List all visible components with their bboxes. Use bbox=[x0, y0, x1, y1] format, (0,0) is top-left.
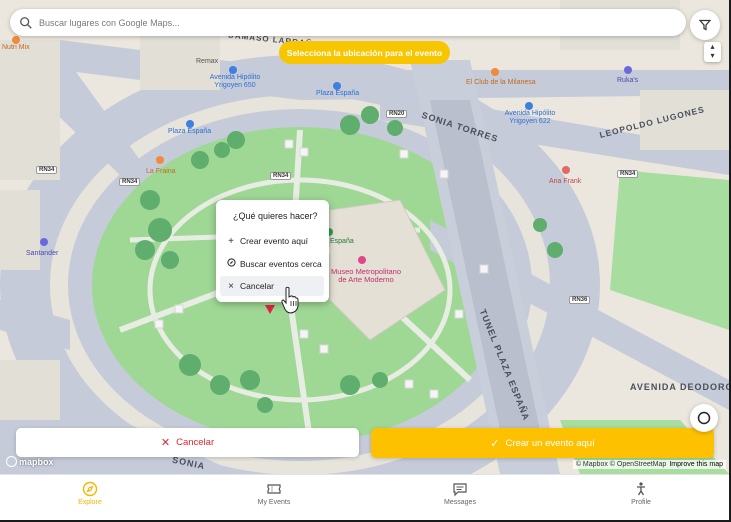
nav-profile[interactable]: Profile bbox=[591, 481, 691, 506]
location-ring-icon bbox=[697, 411, 711, 425]
ticket-icon bbox=[267, 484, 281, 494]
bank-icon[interactable] bbox=[40, 238, 48, 246]
shop-icon[interactable] bbox=[624, 66, 632, 74]
map-attribution: © Mapbox © OpenStreetMap Improve this map bbox=[572, 460, 726, 469]
my-location-button[interactable] bbox=[690, 404, 718, 432]
road-shield: RN34 bbox=[36, 166, 58, 174]
poi-label: Nutri Mix bbox=[2, 44, 30, 51]
poi-label: España bbox=[330, 238, 354, 245]
close-icon: × bbox=[228, 280, 234, 292]
poi-label: Plaza España bbox=[316, 90, 360, 97]
poi-label: Ruka's bbox=[617, 77, 639, 84]
message-icon bbox=[453, 483, 467, 497]
road-shield: RN34 bbox=[617, 170, 639, 178]
filter-icon bbox=[699, 19, 711, 31]
restaurant-icon[interactable] bbox=[491, 68, 499, 76]
bus-stop-icon[interactable] bbox=[525, 102, 533, 110]
road-label: AVENIDA DEODORO bbox=[630, 382, 729, 392]
poi-label: La Fraina bbox=[146, 168, 176, 175]
mapbox-logo-text: mapbox bbox=[19, 456, 54, 467]
filter-button[interactable] bbox=[690, 10, 720, 40]
map-canvas[interactable]: DAMASO LARRAÑAGA SONIA TORRES LEOPOLDO L… bbox=[0, 0, 729, 474]
compass-control[interactable]: ▴ ▾ bbox=[704, 42, 721, 62]
poi-label: Avenida Hipólito Yrigoyen 622 bbox=[504, 110, 556, 125]
app-window: DAMASO LARRAÑAGA SONIA TORRES LEOPOLDO L… bbox=[0, 0, 731, 522]
bottom-nav: Explore My Events Messages Profile bbox=[0, 474, 729, 520]
compass-icon bbox=[82, 481, 98, 497]
selection-banner: Selecciona la ubicación para el evento bbox=[279, 41, 450, 64]
mapbox-mark-icon bbox=[6, 456, 17, 467]
context-menu-title: ¿Qué quieres hacer? bbox=[233, 211, 318, 221]
nav-label: Messages bbox=[444, 499, 476, 506]
create-event-button[interactable]: ✓ Crear un evento aquí bbox=[371, 428, 714, 458]
search-input[interactable] bbox=[37, 16, 686, 29]
road-shield: RN34 bbox=[270, 172, 292, 180]
create-event-here-item[interactable]: + Crear evento aquí bbox=[220, 231, 324, 251]
nav-label: My Events bbox=[257, 499, 291, 506]
person-icon bbox=[637, 482, 645, 496]
search-bar bbox=[10, 9, 686, 36]
poi-label: Plaza España bbox=[168, 128, 212, 135]
bus-stop-icon[interactable] bbox=[186, 120, 194, 128]
poi-label: El Club de la Milanesa bbox=[466, 79, 536, 86]
map-base-layer bbox=[0, 0, 729, 474]
road-shield: RN20 bbox=[386, 110, 408, 118]
museum-icon[interactable] bbox=[358, 256, 366, 264]
create-event-button-label: Crear un evento aquí bbox=[505, 437, 595, 449]
poi-label: Avenida Hipólito Yrigoyen 650 bbox=[209, 74, 261, 89]
poi-label: Remax bbox=[196, 58, 219, 65]
store-icon[interactable] bbox=[562, 166, 570, 174]
menu-item-label: Crear evento aquí bbox=[240, 236, 309, 246]
bus-stop-icon[interactable] bbox=[333, 82, 341, 90]
zoom-out-icon[interactable]: ▾ bbox=[704, 51, 721, 60]
cancel-button-label: Cancelar bbox=[176, 437, 215, 448]
nav-explore[interactable]: Explore bbox=[40, 481, 140, 506]
nav-label: Profile bbox=[631, 499, 651, 506]
poi-label: Museo Metropolitano de Arte Moderno bbox=[330, 267, 402, 284]
road-shield: RN34 bbox=[119, 178, 141, 186]
cancel-button[interactable]: ✕ Cancelar bbox=[16, 428, 359, 457]
poi-label: Ana Frank bbox=[549, 178, 582, 185]
context-menu: ¿Qué quieres hacer? + Crear evento aquí … bbox=[216, 200, 329, 302]
hand-cursor-icon bbox=[281, 286, 299, 314]
road-shield: RN36 bbox=[569, 296, 591, 304]
location-pin-icon bbox=[265, 305, 275, 314]
check-icon: ✓ bbox=[490, 437, 500, 450]
menu-item-label: Cancelar bbox=[240, 281, 275, 291]
nav-label: Explore bbox=[78, 499, 102, 506]
nav-messages[interactable]: Messages bbox=[410, 481, 510, 506]
attribution-text[interactable]: © Mapbox © OpenStreetMap bbox=[576, 461, 666, 468]
menu-item-label: Buscar eventos cerca bbox=[240, 259, 322, 269]
poi-label: Santander bbox=[26, 250, 59, 257]
compass-icon bbox=[224, 258, 238, 270]
mapbox-logo: mapbox bbox=[6, 456, 54, 467]
close-icon: ✕ bbox=[160, 437, 171, 449]
search-icon bbox=[20, 16, 32, 29]
restaurant-icon[interactable] bbox=[156, 156, 164, 164]
search-events-nearby-item[interactable]: Buscar eventos cerca bbox=[220, 254, 324, 274]
bus-stop-icon[interactable] bbox=[229, 66, 237, 74]
plus-icon: + bbox=[228, 235, 234, 247]
cancel-menu-item[interactable]: × Cancelar bbox=[220, 276, 324, 296]
nav-my-events[interactable]: My Events bbox=[224, 481, 324, 506]
zoom-in-icon[interactable]: ▴ bbox=[704, 42, 721, 51]
restaurant-icon[interactable] bbox=[12, 36, 20, 44]
improve-map-link[interactable]: Improve this map bbox=[669, 461, 723, 468]
